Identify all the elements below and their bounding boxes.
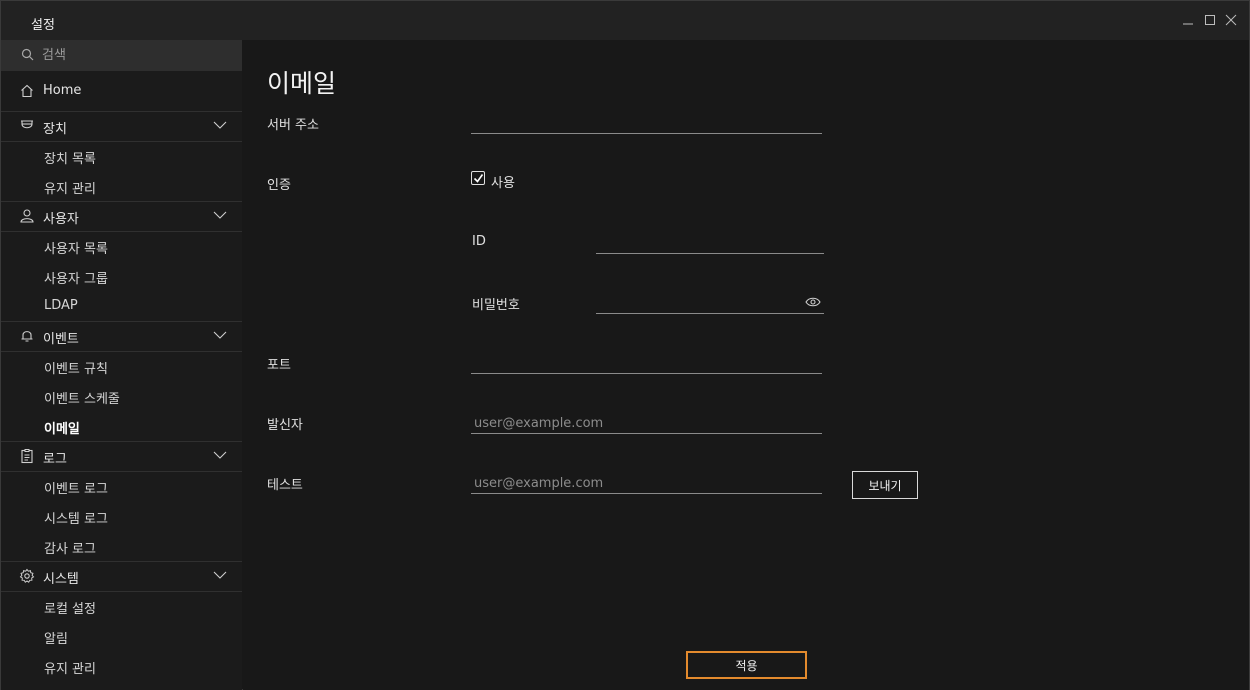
minimize-button[interactable]	[1180, 12, 1196, 28]
password-field	[596, 290, 824, 314]
sidebar-item-label: 유지 관리	[44, 182, 96, 197]
sidebar-item-user-group[interactable]: 사용자 그룹	[1, 261, 242, 291]
sidebar-item-home[interactable]: Home	[1, 76, 242, 106]
test-field	[471, 470, 822, 494]
device-icon	[21, 120, 33, 129]
sidebar-item-email[interactable]: 이메일	[1, 411, 242, 441]
maximize-icon	[1205, 15, 1215, 25]
port-label: 포트	[267, 358, 291, 373]
page-title: 이메일	[267, 69, 337, 98]
sidebar-item-label: LDAP	[44, 298, 78, 313]
server-address-label: 서버 주소	[267, 118, 319, 133]
sidebar-item-label: 이벤트 규칙	[44, 362, 108, 377]
test-label: 테스트	[267, 478, 303, 493]
sidebar-item-event-schedule[interactable]: 이벤트 스케줄	[1, 381, 242, 411]
test-recipient-input[interactable]	[471, 470, 822, 492]
sidebar: Home 장치 장치 목록 유지 관리 사용자 사용자 목록 사용자 그룹	[1, 40, 242, 690]
bell-icon	[21, 331, 33, 342]
auth-checkbox-label: 사용	[491, 176, 515, 191]
email-settings-panel: 이메일 서버 주소 인증 사용 ID 비밀번호 포트 발신자 user@exam…	[243, 40, 1249, 690]
sidebar-item-event-rules[interactable]: 이벤트 규칙	[1, 351, 242, 381]
sidebar-item-label: 알림	[44, 632, 68, 647]
auth-label: 인증	[267, 178, 291, 193]
maximize-button[interactable]	[1202, 12, 1218, 28]
sidebar-group-event[interactable]: 이벤트	[1, 321, 242, 351]
search-icon	[21, 48, 34, 61]
sidebar-item-label: 감사 로그	[44, 542, 96, 557]
sidebar-item-label: Home	[43, 83, 82, 98]
server-address-field	[471, 110, 822, 134]
sender-input[interactable]	[471, 410, 822, 432]
port-field	[471, 350, 822, 374]
sender-field	[471, 410, 822, 434]
window-title: 설정	[31, 18, 55, 33]
sidebar-item-user-list[interactable]: 사용자 목록	[1, 231, 242, 261]
chevron-down-icon	[213, 571, 227, 579]
sidebar-item-system-maintenance[interactable]: 유지 관리	[1, 651, 242, 681]
sidebar-item-notification[interactable]: 알림	[1, 621, 242, 651]
sidebar-item-label: 이벤트 로그	[44, 482, 108, 497]
sidebar-item-label: 사용자 그룹	[44, 272, 108, 287]
sender-label: 발신자	[267, 418, 303, 433]
sidebar-item-label: 로컬 설정	[44, 602, 96, 617]
auth-checkbox[interactable]	[471, 171, 485, 185]
id-label: ID	[472, 234, 486, 249]
search-input[interactable]	[42, 45, 232, 66]
chevron-down-icon	[213, 451, 227, 459]
sidebar-item-audit-log[interactable]: 감사 로그	[1, 531, 242, 561]
sidebar-group-label: 사용자	[43, 212, 79, 227]
id-field	[596, 230, 824, 254]
sidebar-item-label: 이메일	[44, 422, 80, 437]
sidebar-item-ldap[interactable]: LDAP	[1, 291, 242, 321]
password-label: 비밀번호	[472, 298, 520, 313]
sidebar-group-device[interactable]: 장치	[1, 111, 242, 141]
sidebar-group-log[interactable]: 로그	[1, 441, 242, 471]
sidebar-item-system-log[interactable]: 시스템 로그	[1, 501, 242, 531]
server-address-input[interactable]	[471, 110, 822, 132]
home-icon	[21, 84, 33, 98]
sidebar-group-label: 시스템	[43, 572, 79, 587]
id-input[interactable]	[596, 230, 824, 252]
sidebar-item-event-log[interactable]: 이벤트 로그	[1, 471, 242, 501]
sidebar-item-label: 이벤트 스케줄	[44, 392, 120, 407]
sidebar-item-device-maintenance[interactable]: 유지 관리	[1, 171, 242, 201]
apply-button[interactable]: 적용	[686, 651, 807, 679]
sidebar-item-label: 장치 목록	[44, 152, 96, 167]
clipboard-icon	[21, 449, 33, 464]
checkmark-icon	[473, 174, 484, 183]
sidebar-group-system[interactable]: 시스템	[1, 561, 242, 591]
chevron-down-icon	[213, 121, 227, 129]
minimize-icon	[1183, 23, 1193, 25]
sidebar-group-label: 로그	[43, 452, 67, 467]
title-bar: 설정	[1, 1, 1249, 40]
password-input[interactable]	[596, 290, 796, 312]
port-input[interactable]	[471, 350, 822, 372]
user-icon	[20, 209, 34, 223]
chevron-down-icon	[213, 331, 227, 339]
sidebar-item-label: 사용자 목록	[44, 242, 108, 257]
close-button[interactable]	[1223, 12, 1239, 28]
sidebar-group-user[interactable]: 사용자	[1, 201, 242, 231]
chevron-down-icon	[213, 211, 227, 219]
settings-window: 설정 Home 장치 장치 목록	[0, 0, 1250, 690]
show-password-icon[interactable]	[805, 296, 821, 308]
send-button[interactable]: 보내기	[852, 471, 918, 499]
sidebar-group-label: 이벤트	[43, 332, 79, 347]
close-icon	[1225, 14, 1237, 26]
sidebar-item-label: 유지 관리	[44, 662, 96, 677]
sidebar-item-label: 시스템 로그	[44, 512, 108, 527]
sidebar-item-device-list[interactable]: 장치 목록	[1, 141, 242, 171]
search-box	[1, 40, 242, 71]
gear-icon	[19, 568, 35, 583]
sidebar-item-local-settings[interactable]: 로컬 설정	[1, 591, 242, 621]
sidebar-group-label: 장치	[43, 122, 67, 137]
